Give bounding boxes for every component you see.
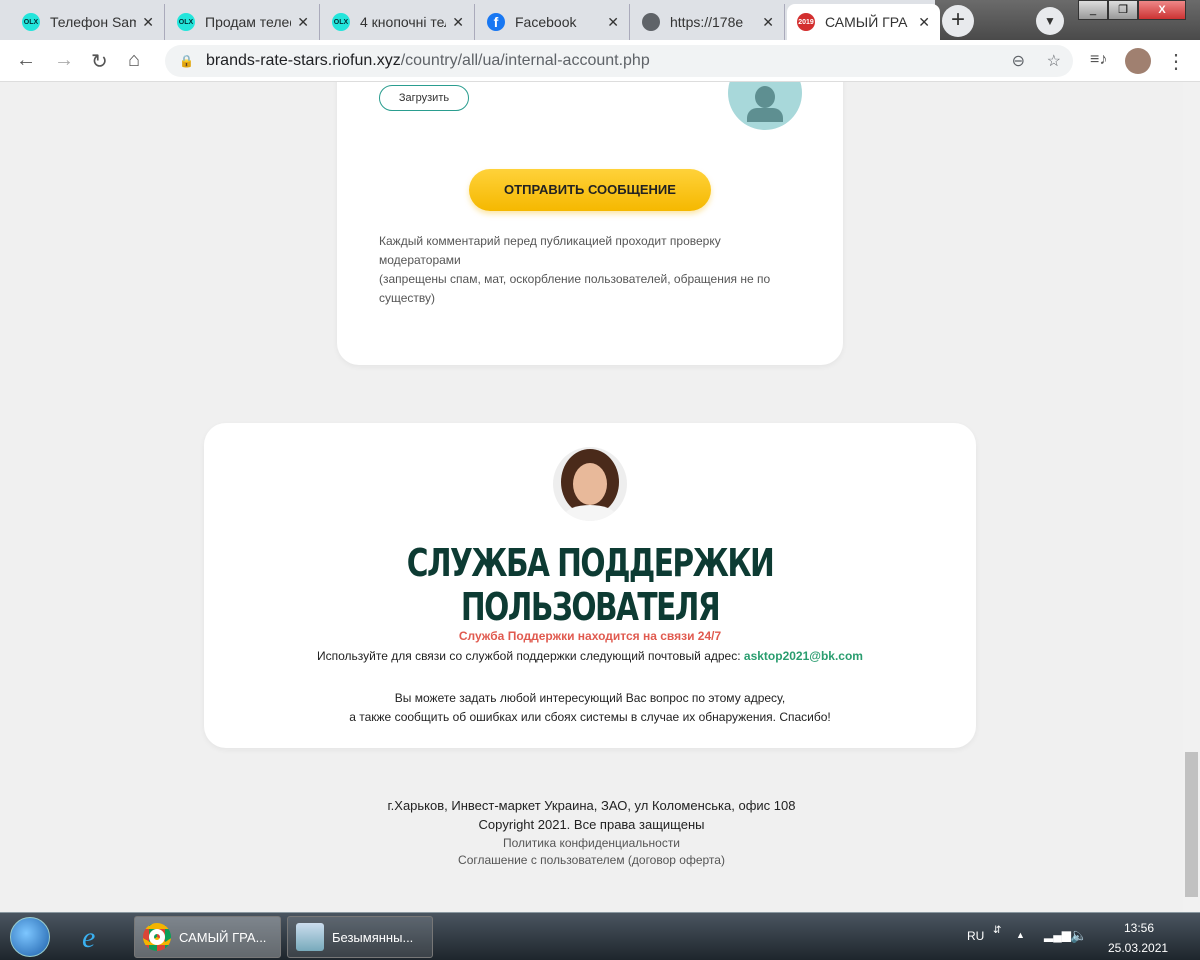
tab-3[interactable]: f Facebook ✕ [477, 4, 630, 40]
clock-date[interactable]: 25.03.2021 [1108, 941, 1168, 955]
tab-title: Facebook [515, 14, 577, 30]
globe-icon [642, 13, 660, 31]
tab-title: 4 кнопочні телефони [360, 14, 446, 30]
close-icon[interactable]: ✕ [607, 14, 619, 31]
reload-icon[interactable]: ↻ [91, 49, 108, 74]
support-title: СЛУЖБА ПОДДЕРЖКИ ПОЛЬЗОВАТЕЛЯ [406, 541, 775, 629]
page-content: Загрузить ОТПРАВИТЬ СООБЩЕНИЕ Каждый ком… [0, 82, 1183, 912]
clock-time[interactable]: 13:56 [1124, 921, 1154, 935]
menu-icon[interactable]: ⋮ [1166, 49, 1186, 74]
scrollbar-thumb[interactable] [1185, 752, 1198, 897]
tab-0[interactable]: OLX Телефон Samsung ✕ [12, 4, 165, 40]
contact-prefix: Используйте для связи со службой поддерж… [317, 649, 744, 663]
new-tab-button[interactable]: + [942, 5, 974, 37]
close-icon[interactable]: ✕ [918, 14, 930, 31]
tab-5[interactable]: 2019 САМЫЙ ГРА ✕ [787, 4, 940, 40]
info-line: а также сообщить об ошибках или сбоях си… [349, 710, 831, 724]
forward-icon[interactable]: → [54, 49, 74, 72]
close-icon[interactable]: ✕ [762, 14, 774, 31]
url-path: /country/all/ua/internal-account.php [400, 52, 650, 69]
back-icon[interactable]: ← [16, 49, 36, 72]
user-agreement-link[interactable]: Соглашение с пользователем (договор офер… [0, 853, 1183, 867]
home-icon[interactable]: ⌂ [128, 49, 140, 72]
url-host: brands-rate-stars.riofun.xyz [205, 52, 401, 69]
olx-icon: OLX [22, 13, 40, 31]
user-placeholder-avatar [728, 82, 802, 130]
address-bar[interactable]: 🔒 brands-rate-stars.riofun.xyz/country/a… [165, 45, 1073, 77]
window-controls: _ ❐ X [1078, 0, 1186, 20]
show-hidden-icons[interactable]: ▲ [1016, 930, 1025, 940]
chrome-icon [143, 923, 171, 951]
start-button[interactable] [10, 917, 50, 957]
olx-icon: OLX [177, 13, 195, 31]
lock-icon: 🔒 [179, 54, 194, 68]
support-agent-photo [553, 447, 627, 521]
site-2019-icon: 2019 [797, 13, 815, 31]
maximize-button[interactable]: ❐ [1108, 0, 1138, 20]
contact-text: Используйте для связи со службой поддерж… [204, 649, 976, 663]
tab-4[interactable]: https://178e ✕ [632, 4, 785, 40]
upload-button[interactable]: Загрузить [379, 85, 469, 111]
notepad-icon [296, 923, 324, 951]
language-indicator[interactable]: RU [967, 929, 984, 943]
tab-title: САМЫЙ ГРА [825, 14, 908, 30]
note-line: Каждый комментарий перед публикацией про… [379, 234, 721, 267]
bookmark-star-icon[interactable]: ☆ [1047, 51, 1061, 71]
taskbar-label: САМЫЙ ГРА... [179, 929, 267, 945]
note-line: (запрещены спам, мат, оскорбление пользо… [379, 272, 771, 305]
tab-title: Телефон Samsung [50, 14, 137, 30]
info-line: Вы можете задать любой интересующий Вас … [394, 691, 786, 705]
taskbar-notepad[interactable]: Безымянны... [287, 916, 433, 958]
tab-2[interactable]: OLX 4 кнопочні телефони ✕ [322, 4, 475, 40]
tab-1[interactable]: OLX Продам телефон ✕ [167, 4, 320, 40]
support-email-link[interactable]: asktop2021@bk.com [744, 649, 863, 663]
tab-title: https://178e [670, 14, 744, 30]
olx-icon: OLX [332, 13, 350, 31]
close-icon[interactable]: ✕ [297, 14, 309, 31]
taskbar-chrome[interactable]: САМЫЙ ГРА... [134, 916, 281, 958]
tab-search-button[interactable]: ▼ [1036, 7, 1064, 35]
windows-taskbar: e САМЫЙ ГРА... Безымянны... RU ⇵ ▲ ▂▄▆ 🔈… [0, 912, 1200, 960]
media-control-icon[interactable]: ≡♪ [1090, 51, 1107, 69]
facebook-icon: f [487, 13, 505, 31]
footer-address: г.Харьков, Инвест-маркет Украина, ЗАО, у… [387, 798, 796, 813]
signal-icon[interactable]: ▂▄▆ [1044, 928, 1071, 942]
availability-text: Служба Поддержки находится на связи 24/7 [458, 629, 722, 643]
tab-title: Продам телефон [205, 14, 291, 30]
network-share-icon[interactable]: ⇵ [993, 925, 1001, 936]
comment-form-card: Загрузить ОТПРАВИТЬ СООБЩЕНИЕ Каждый ком… [337, 82, 843, 365]
minimize-button[interactable]: _ [1078, 0, 1108, 20]
zoom-icon[interactable]: ⊖ [1012, 51, 1025, 71]
page-scrollbar[interactable] [1183, 82, 1200, 912]
tab-strip: OLXТелефон Samsung✕OLXПродам телефон✕OLX… [0, 0, 1200, 40]
taskbar-label: Безымянны... [332, 929, 414, 945]
close-icon[interactable]: ✕ [452, 14, 464, 31]
moderation-note: Каждый комментарий перед публикацией про… [379, 232, 779, 308]
volume-icon[interactable]: 🔈 [1070, 927, 1087, 944]
profile-avatar[interactable] [1125, 48, 1151, 74]
privacy-policy-link[interactable]: Политика конфиденциальности [0, 836, 1183, 850]
footer-copyright: Copyright 2021. Все права защищены [478, 817, 705, 832]
support-card: СЛУЖБА ПОДДЕРЖКИ ПОЛЬЗОВАТЕЛЯ Служба Под… [204, 423, 976, 748]
internet-explorer-icon[interactable]: e [82, 921, 95, 955]
close-window-button[interactable]: X [1138, 0, 1186, 20]
send-message-button[interactable]: ОТПРАВИТЬ СООБЩЕНИЕ [469, 169, 711, 211]
close-icon[interactable]: ✕ [142, 14, 154, 31]
browser-toolbar: ← → ↻ ⌂ 🔒 brands-rate-stars.riofun.xyz/c… [0, 40, 1200, 82]
